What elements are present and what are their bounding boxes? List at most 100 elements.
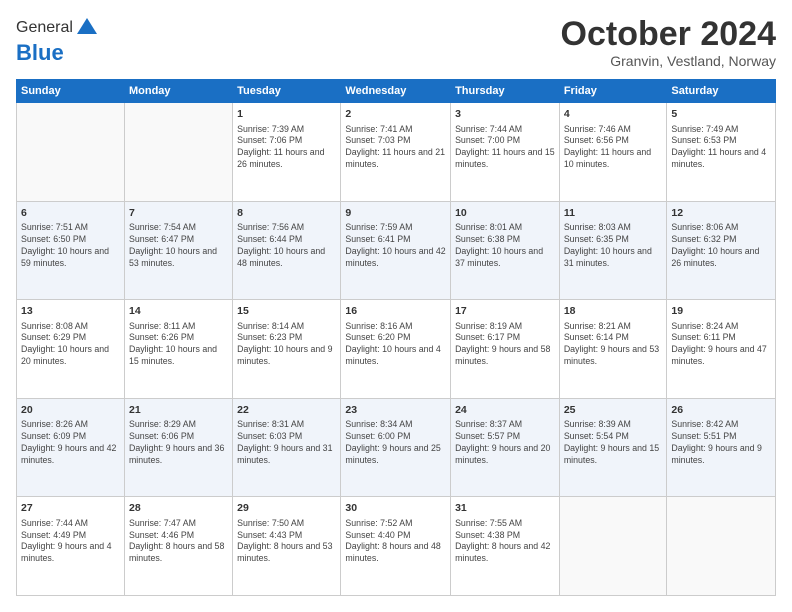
calendar-cell: 13 Sunrise: 8:08 AMSunset: 6:29 PMDayligh… xyxy=(17,300,125,399)
day-info: Sunrise: 7:39 AMSunset: 7:06 PMDaylight:… xyxy=(237,124,336,172)
calendar-cell: 3Sunrise: 7:44 AMSunset: 7:00 PMDaylight… xyxy=(451,103,560,202)
day-info: Sunrise: 7:55 AMSunset: 4:38 PMDaylight:… xyxy=(455,518,555,566)
day-info: Sunrise: 8:37 AMSunset: 5:57 PMDaylight:… xyxy=(455,419,555,467)
day-info: Sunrise: 8:39 AMSunset: 5:54 PMDaylight:… xyxy=(564,419,663,467)
day-info: Sunrise: 7:56 AMSunset: 6:44 PMDaylight:… xyxy=(237,222,336,270)
logo-icon xyxy=(75,16,99,40)
header: General Blue October 2024 Granvin, Vestl… xyxy=(16,16,776,69)
logo-blue-text: Blue xyxy=(16,40,99,66)
weekday-header: Tuesday xyxy=(233,80,341,103)
logo-general-text: General xyxy=(16,19,73,37)
day-number: 9 xyxy=(345,206,446,220)
calendar-cell: 18 Sunrise: 8:21 AMSunset: 6:14 PMDayligh… xyxy=(559,300,667,399)
day-number: 12 xyxy=(671,206,771,220)
day-info: Sunrise: 8:03 AMSunset: 6:35 PMDaylight:… xyxy=(564,222,663,270)
day-number: 19 xyxy=(671,304,771,318)
title-block: October 2024 Granvin, Vestland, Norway xyxy=(561,16,776,69)
day-number: 11 xyxy=(564,206,663,220)
location: Granvin, Vestland, Norway xyxy=(561,53,776,69)
month-title: October 2024 xyxy=(561,16,776,53)
day-info: Sunrise: 7:49 AMSunset: 6:53 PMDaylight:… xyxy=(671,124,771,172)
calendar-week-row: 27 Sunrise: 7:44 AMSunset: 4:49 PMDayligh… xyxy=(17,497,776,596)
calendar-cell: 10 Sunrise: 8:01 AMSunset: 6:38 PMDayligh… xyxy=(451,201,560,300)
day-info: Sunrise: 7:54 AMSunset: 6:47 PMDaylight:… xyxy=(129,222,228,270)
day-info: Sunrise: 8:34 AMSunset: 6:00 PMDaylight:… xyxy=(345,419,446,467)
day-number: 10 xyxy=(455,206,555,220)
day-info: Sunrise: 7:44 AMSunset: 4:49 PMDaylight:… xyxy=(21,518,120,566)
day-number: 8 xyxy=(237,206,336,220)
weekday-header: Thursday xyxy=(451,80,560,103)
day-number: 25 xyxy=(564,403,663,417)
day-info: Sunrise: 8:26 AMSunset: 6:09 PMDaylight:… xyxy=(21,419,120,467)
calendar-week-row: 1Sunrise: 7:39 AMSunset: 7:06 PMDaylight… xyxy=(17,103,776,202)
weekday-header: Monday xyxy=(124,80,232,103)
calendar-cell: 28Sunrise: 7:47 AMSunset: 4:46 PMDayligh… xyxy=(124,497,232,596)
day-number: 21 xyxy=(129,403,228,417)
day-info: Sunrise: 8:14 AMSunset: 6:23 PMDaylight:… xyxy=(237,321,336,369)
day-info: Sunrise: 7:51 AMSunset: 6:50 PMDaylight:… xyxy=(21,222,120,270)
day-info: Sunrise: 8:42 AMSunset: 5:51 PMDaylight:… xyxy=(671,419,771,467)
calendar-cell: 29 Sunrise: 7:50 AMSunset: 4:43 PMDayligh… xyxy=(233,497,341,596)
day-number: 23 xyxy=(345,403,446,417)
weekday-header: Sunday xyxy=(17,80,125,103)
day-info: Sunrise: 8:21 AMSunset: 6:14 PMDaylight:… xyxy=(564,321,663,369)
day-number: 13 xyxy=(21,304,120,318)
day-info: Sunrise: 7:41 AMSunset: 7:03 PMDaylight:… xyxy=(345,124,446,172)
day-info: Sunrise: 8:08 AMSunset: 6:29 PMDaylight:… xyxy=(21,321,120,369)
calendar-cell: 24 Sunrise: 8:37 AMSunset: 5:57 PMDayligh… xyxy=(451,398,560,497)
calendar-cell: 5 Sunrise: 7:49 AMSunset: 6:53 PMDaylight… xyxy=(667,103,776,202)
day-info: Sunrise: 8:19 AMSunset: 6:17 PMDaylight:… xyxy=(455,321,555,369)
calendar-cell: 27 Sunrise: 7:44 AMSunset: 4:49 PMDayligh… xyxy=(17,497,125,596)
day-info: Sunrise: 8:31 AMSunset: 6:03 PMDaylight:… xyxy=(237,419,336,467)
calendar-cell: 20 Sunrise: 8:26 AMSunset: 6:09 PMDayligh… xyxy=(17,398,125,497)
calendar-cell: 4 Sunrise: 7:46 AMSunset: 6:56 PMDaylight… xyxy=(559,103,667,202)
day-info: Sunrise: 7:52 AMSunset: 4:40 PMDaylight:… xyxy=(345,518,446,566)
day-number: 26 xyxy=(671,403,771,417)
calendar-cell: 15 Sunrise: 8:14 AMSunset: 6:23 PMDayligh… xyxy=(233,300,341,399)
day-info: Sunrise: 8:24 AMSunset: 6:11 PMDaylight:… xyxy=(671,321,771,369)
calendar-cell xyxy=(124,103,232,202)
day-number: 6 xyxy=(21,206,120,220)
calendar-cell: 25 Sunrise: 8:39 AMSunset: 5:54 PMDayligh… xyxy=(559,398,667,497)
day-number: 16 xyxy=(345,304,446,318)
day-info: Sunrise: 7:46 AMSunset: 6:56 PMDaylight:… xyxy=(564,124,663,172)
day-number: 27 xyxy=(21,501,120,515)
calendar-cell xyxy=(559,497,667,596)
day-number: 4 xyxy=(564,107,663,121)
weekday-header: Friday xyxy=(559,80,667,103)
calendar-cell: 30 Sunrise: 7:52 AMSunset: 4:40 PMDayligh… xyxy=(341,497,451,596)
logo: General Blue xyxy=(16,16,99,66)
day-info: Sunrise: 7:50 AMSunset: 4:43 PMDaylight:… xyxy=(237,518,336,566)
day-number: 15 xyxy=(237,304,336,318)
day-number: 3 xyxy=(455,107,555,121)
calendar-cell: 8 Sunrise: 7:56 AMSunset: 6:44 PMDaylight… xyxy=(233,201,341,300)
day-number: 17 xyxy=(455,304,555,318)
day-info: Sunrise: 8:29 AMSunset: 6:06 PMDaylight:… xyxy=(129,419,228,467)
day-info: Sunrise: 7:47 AMSunset: 4:46 PMDaylight:… xyxy=(129,518,228,566)
day-number: 29 xyxy=(237,501,336,515)
calendar-cell: 7 Sunrise: 7:54 AMSunset: 6:47 PMDaylight… xyxy=(124,201,232,300)
day-number: 18 xyxy=(564,304,663,318)
day-number: 5 xyxy=(671,107,771,121)
calendar-cell: 1Sunrise: 7:39 AMSunset: 7:06 PMDaylight… xyxy=(233,103,341,202)
calendar-cell: 21 Sunrise: 8:29 AMSunset: 6:06 PMDayligh… xyxy=(124,398,232,497)
day-info: Sunrise: 8:01 AMSunset: 6:38 PMDaylight:… xyxy=(455,222,555,270)
day-number: 20 xyxy=(21,403,120,417)
calendar-cell: 23 Sunrise: 8:34 AMSunset: 6:00 PMDayligh… xyxy=(341,398,451,497)
calendar-cell: 22 Sunrise: 8:31 AMSunset: 6:03 PMDayligh… xyxy=(233,398,341,497)
day-number: 31 xyxy=(455,501,555,515)
calendar-week-row: 20 Sunrise: 8:26 AMSunset: 6:09 PMDayligh… xyxy=(17,398,776,497)
day-number: 22 xyxy=(237,403,336,417)
day-number: 14 xyxy=(129,304,228,318)
day-number: 24 xyxy=(455,403,555,417)
calendar-cell: 31 Sunrise: 7:55 AMSunset: 4:38 PMDayligh… xyxy=(451,497,560,596)
day-number: 30 xyxy=(345,501,446,515)
calendar-cell: 17 Sunrise: 8:19 AMSunset: 6:17 PMDayligh… xyxy=(451,300,560,399)
calendar-cell: 19 Sunrise: 8:24 AMSunset: 6:11 PMDayligh… xyxy=(667,300,776,399)
calendar-table: SundayMondayTuesdayWednesdayThursdayFrid… xyxy=(16,79,776,596)
calendar-cell: 26 Sunrise: 8:42 AMSunset: 5:51 PMDayligh… xyxy=(667,398,776,497)
day-number: 7 xyxy=(129,206,228,220)
page: General Blue October 2024 Granvin, Vestl… xyxy=(0,0,792,612)
calendar-cell: 6 Sunrise: 7:51 AMSunset: 6:50 PMDaylight… xyxy=(17,201,125,300)
weekday-header-row: SundayMondayTuesdayWednesdayThursdayFrid… xyxy=(17,80,776,103)
